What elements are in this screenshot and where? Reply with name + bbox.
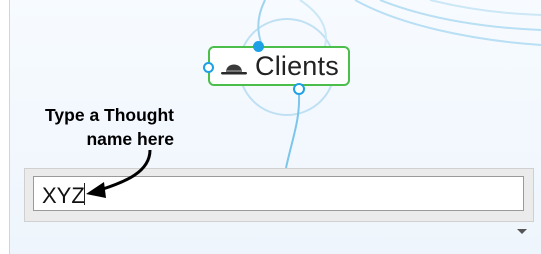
text-caret bbox=[84, 183, 85, 205]
callout-line-1: Type a Thought bbox=[45, 105, 174, 125]
thought-node[interactable]: Clients bbox=[208, 46, 350, 86]
chevron-down-icon[interactable] bbox=[517, 229, 527, 234]
link-parent bbox=[257, 0, 266, 46]
child-gate[interactable] bbox=[293, 83, 305, 95]
link-right-2 bbox=[379, 0, 541, 31]
link-right-1 bbox=[354, 0, 541, 46]
instruction-callout: Type a Thought name here bbox=[18, 103, 174, 151]
link-right-3 bbox=[429, 0, 541, 16]
callout-line-2: name here bbox=[86, 129, 174, 149]
parent-gate[interactable] bbox=[253, 41, 264, 52]
link-child bbox=[285, 94, 301, 169]
thought-label: Clients bbox=[255, 51, 339, 81]
hat-icon bbox=[221, 64, 247, 75]
thought-name-input[interactable] bbox=[33, 176, 524, 211]
jump-gate[interactable] bbox=[203, 62, 214, 73]
